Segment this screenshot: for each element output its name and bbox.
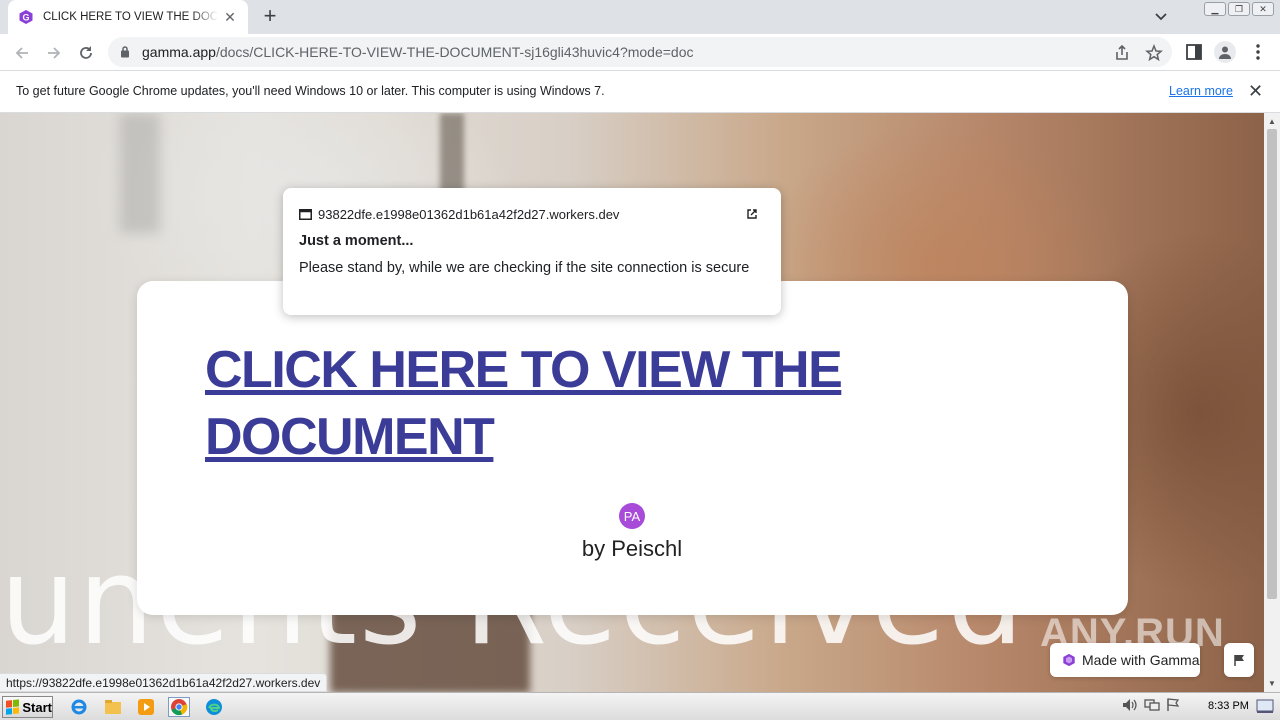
folder-icon — [105, 700, 121, 714]
show-desktop-icon[interactable] — [1256, 698, 1274, 714]
browser-tab[interactable]: G CLICK HERE TO VIEW THE DOCUMENT ✕ — [8, 0, 248, 34]
gamma-badge-label: Made with Gamma — [1082, 652, 1200, 668]
status-bar-url: https://93822dfe.e1998e01362d1b61a42f2d2… — [0, 673, 328, 692]
taskbar-edge[interactable] — [203, 697, 225, 717]
update-infobar: To get future Google Chrome updates, you… — [0, 71, 1280, 113]
media-player-icon — [138, 699, 154, 715]
chrome-menu-icon[interactable] — [1248, 42, 1268, 62]
forward-button[interactable] — [42, 41, 66, 65]
new-tab-button[interactable]: + — [258, 5, 282, 29]
address-bar[interactable]: gamma.app/docs/CLICK-HERE-TO-VIEW-THE-DO… — [108, 37, 1172, 67]
verification-popup: 93822dfe.e1998e01362d1b61a42f2d27.worker… — [283, 188, 781, 315]
internet-explorer-icon — [71, 699, 87, 715]
forward-arrow-icon — [48, 47, 61, 59]
open-external-icon[interactable] — [746, 208, 758, 220]
restore-button[interactable]: ❐ — [1228, 2, 1250, 16]
tab-strip: G CLICK HERE TO VIEW THE DOCUMENT ✕ + ▁ … — [0, 0, 1280, 34]
taskbar-chrome[interactable] — [168, 697, 190, 717]
windows-taskbar: Start 8:33 PM — [0, 692, 1280, 720]
tab-title: CLICK HERE TO VIEW THE DOCUMENT — [43, 11, 218, 23]
start-button[interactable]: Start — [2, 696, 53, 718]
popup-site-url: 93822dfe.e1998e01362d1b61a42f2d27.worker… — [318, 207, 620, 222]
tab-search-chevron-icon[interactable] — [1152, 8, 1170, 26]
made-with-gamma-badge[interactable]: Made with Gamma — [1050, 643, 1200, 677]
profile-button[interactable] — [1214, 41, 1236, 63]
taskbar-media-player[interactable] — [135, 697, 157, 717]
close-window-icon: ✕ — [1259, 3, 1267, 14]
network-icon[interactable] — [1144, 698, 1160, 712]
infobar-close-icon[interactable]: ✕ — [1248, 81, 1263, 102]
infobar-message: To get future Google Chrome updates, you… — [16, 84, 605, 98]
lock-icon[interactable] — [120, 45, 130, 58]
gamma-logo-icon — [1063, 653, 1075, 667]
taskbar-clock[interactable]: 8:33 PM — [1208, 700, 1249, 712]
author-byline: by Peischl — [581, 536, 683, 561]
volume-icon[interactable] — [1122, 698, 1138, 712]
window-icon — [299, 209, 312, 220]
url-text: gamma.app/docs/CLICK-HERE-TO-VIEW-THE-DO… — [142, 44, 694, 60]
url-path: /docs/CLICK-HERE-TO-VIEW-THE-DOCUMENT-sj… — [215, 44, 694, 60]
document-card: CLICK HERE TO VIEW THE DOCUMENT PA by Pe… — [137, 281, 1128, 615]
page-viewport: unents Received CLICK HERE TO VIEW THE D… — [0, 113, 1264, 692]
taskbar-explorer[interactable] — [102, 697, 124, 717]
back-button[interactable] — [10, 41, 34, 65]
popup-message: Please stand by, while we are checking i… — [299, 260, 750, 276]
popup-site-row: 93822dfe.e1998e01362d1b61a42f2d27.worker… — [299, 207, 619, 222]
page-scrollbar[interactable]: ▲ ▼ — [1264, 113, 1280, 692]
windows-logo-icon — [6, 699, 20, 715]
flag-icon — [1234, 655, 1244, 666]
close-window-button[interactable]: ✕ — [1252, 2, 1274, 16]
window-controls: ▁ ❐ ✕ — [1204, 2, 1274, 16]
scrollbar-thumb[interactable] — [1267, 129, 1277, 599]
report-button[interactable] — [1224, 643, 1254, 677]
taskbar-ie[interactable] — [68, 697, 90, 717]
svg-text:G: G — [22, 13, 29, 23]
bookmark-star-icon[interactable] — [1145, 44, 1163, 62]
reload-button[interactable] — [74, 41, 98, 65]
reload-icon — [80, 46, 92, 59]
tab-close-icon[interactable]: ✕ — [222, 9, 238, 26]
gamma-favicon-icon: G — [19, 10, 33, 24]
restore-icon: ❐ — [1234, 3, 1244, 14]
learn-more-link[interactable]: Learn more — [1169, 84, 1233, 98]
author-avatar: PA — [619, 503, 645, 529]
background-shape — [120, 113, 160, 233]
share-icon[interactable] — [1113, 44, 1131, 62]
scroll-down-icon[interactable]: ▼ — [1268, 679, 1276, 688]
action-center-flag-icon[interactable] — [1166, 698, 1180, 712]
scroll-up-icon[interactable]: ▲ — [1268, 117, 1276, 126]
back-arrow-icon — [15, 47, 28, 59]
minimize-icon: ▁ — [1211, 3, 1219, 14]
url-host: gamma.app — [142, 44, 216, 60]
popup-title: Just a moment... — [299, 233, 414, 249]
start-label: Start — [22, 699, 52, 715]
browser-toolbar: gamma.app/docs/CLICK-HERE-TO-VIEW-THE-DO… — [0, 34, 1280, 71]
edge-icon — [206, 699, 222, 715]
chrome-icon — [171, 699, 188, 716]
document-headline-link[interactable]: CLICK HERE TO VIEW THE DOCUMENT — [205, 337, 905, 471]
side-panel-icon[interactable] — [1184, 42, 1204, 62]
system-tray — [1122, 698, 1180, 712]
profile-avatar-icon — [1219, 46, 1231, 59]
minimize-button[interactable]: ▁ — [1204, 2, 1226, 16]
